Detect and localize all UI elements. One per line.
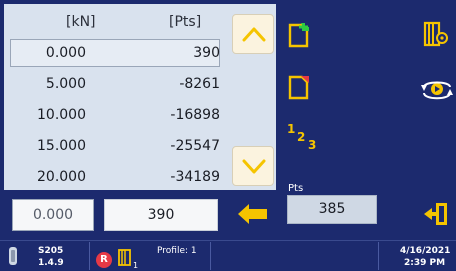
table-row[interactable]: 20.000 -34189 — [4, 162, 230, 193]
chevron-down-icon — [242, 159, 266, 174]
table-header: [kN] [Pts] — [4, 4, 224, 38]
status-divider — [378, 242, 379, 270]
profile-book-icon — [118, 249, 131, 266]
calibration-screen: [kN] [Pts] 0.000 390 5.000 -8261 10.000 … — [0, 0, 456, 271]
scroll-up-button[interactable] — [232, 14, 274, 54]
numbering-button[interactable]: 1 2 3 — [286, 122, 322, 152]
device-name: S205 — [38, 246, 64, 256]
document-remove-icon — [288, 75, 309, 100]
left-arrow-icon — [238, 204, 267, 224]
cell-kn: 20.000 — [37, 169, 86, 185]
sensor-icon — [9, 247, 17, 265]
status-time: 2:39 PM — [404, 258, 446, 268]
numbering-digit-1: 1 — [287, 122, 295, 136]
status-bar — [0, 240, 456, 271]
numbering-digit-2: 2 — [297, 130, 305, 144]
status-badge: R — [96, 252, 112, 268]
table-rows: 0.000 390 5.000 -8261 10.000 -16898 15.0… — [4, 38, 230, 193]
pts-input[interactable]: 390 — [104, 199, 218, 231]
live-pts-value: 385 — [287, 195, 377, 224]
apply-button[interactable] — [238, 203, 268, 229]
status-divider — [89, 242, 90, 270]
table-row[interactable]: 10.000 -16898 — [4, 100, 230, 131]
exit-icon — [424, 203, 447, 225]
cell-pts: -25547 — [170, 138, 220, 154]
cell-pts: -8261 — [179, 76, 220, 92]
cell-kn: 15.000 — [37, 138, 86, 154]
cell-kn: 10.000 — [37, 107, 86, 123]
table-row[interactable]: 15.000 -25547 — [4, 131, 230, 162]
firmware-version: 1.4.9 — [38, 258, 64, 268]
table-row[interactable]: 5.000 -8261 — [4, 69, 230, 100]
selected-row-highlight — [10, 39, 220, 67]
status-divider — [210, 242, 211, 270]
library-button[interactable] — [422, 20, 450, 52]
chevron-up-icon — [242, 27, 266, 42]
numbering-icon: 1 2 3 — [287, 122, 316, 152]
live-pts-label: Pts — [288, 183, 304, 194]
document-add-icon — [288, 23, 309, 48]
profile-subscript: 1 — [133, 261, 139, 270]
exit-button[interactable] — [422, 200, 450, 232]
delete-point-button[interactable] — [288, 74, 310, 104]
cell-pts: 390 — [193, 45, 220, 61]
calibration-table: [kN] [Pts] 0.000 390 5.000 -8261 10.000 … — [4, 4, 276, 190]
rotate-view-button[interactable] — [420, 78, 454, 108]
scroll-down-button[interactable] — [232, 146, 274, 186]
cell-kn: 5.000 — [45, 76, 86, 92]
column-header-kn: [kN] — [66, 14, 96, 30]
profile-label: Profile: 1 — [157, 246, 197, 256]
add-point-button[interactable] — [288, 22, 310, 52]
rotate-view-icon — [421, 81, 453, 100]
cell-pts: -34189 — [170, 169, 220, 185]
table-row[interactable]: 0.000 390 — [4, 38, 230, 69]
cell-pts: -16898 — [170, 107, 220, 123]
numbering-digit-3: 3 — [308, 138, 316, 152]
column-header-pts: [Pts] — [169, 14, 202, 30]
book-settings-icon — [423, 21, 448, 47]
status-date: 4/16/2021 — [400, 246, 451, 256]
kn-input[interactable]: 0.000 — [12, 199, 94, 231]
cell-kn: 0.000 — [45, 45, 86, 61]
